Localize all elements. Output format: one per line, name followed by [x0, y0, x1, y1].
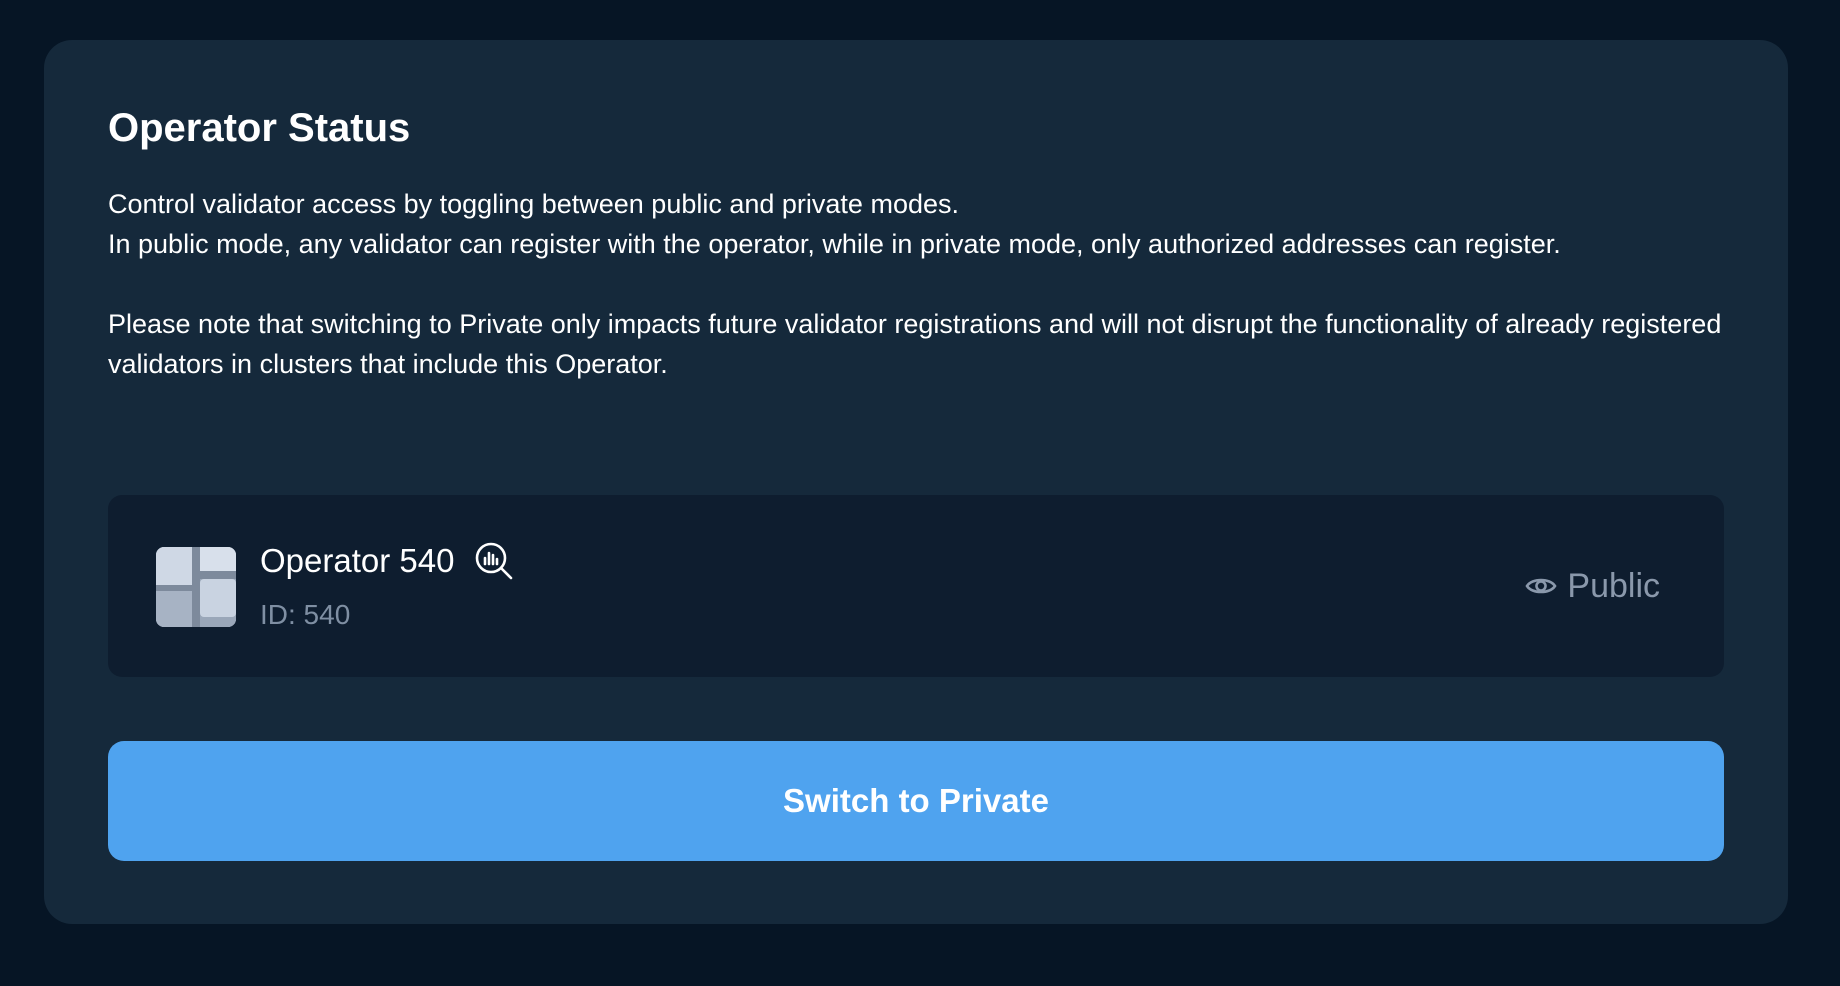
page-title: Operator Status — [108, 106, 411, 150]
explorer-chart-search-icon[interactable] — [474, 541, 514, 581]
operator-logo-icon — [156, 547, 236, 627]
description-line-1: Control validator access by toggling bet… — [108, 189, 959, 219]
operator-info-box: Operator 540 ID: 540 Public — [108, 495, 1724, 677]
operator-name: Operator 540 — [260, 542, 455, 579]
description-note: Please note that switching to Private on… — [108, 309, 1722, 379]
operator-status-card: Operator Status Control validator access… — [44, 40, 1788, 924]
operator-name-row: Operator 540 — [260, 541, 514, 581]
operator-id: ID: 540 — [260, 599, 351, 630]
status-description: Control validator access by toggling bet… — [108, 184, 1748, 384]
eye-icon — [1525, 569, 1559, 603]
description-line-2: In public mode, any validator can regist… — [108, 229, 1561, 259]
status-label: Public — [1567, 566, 1660, 605]
status-badge: Public — [1525, 566, 1660, 606]
switch-to-private-button[interactable]: Switch to Private — [108, 741, 1724, 861]
